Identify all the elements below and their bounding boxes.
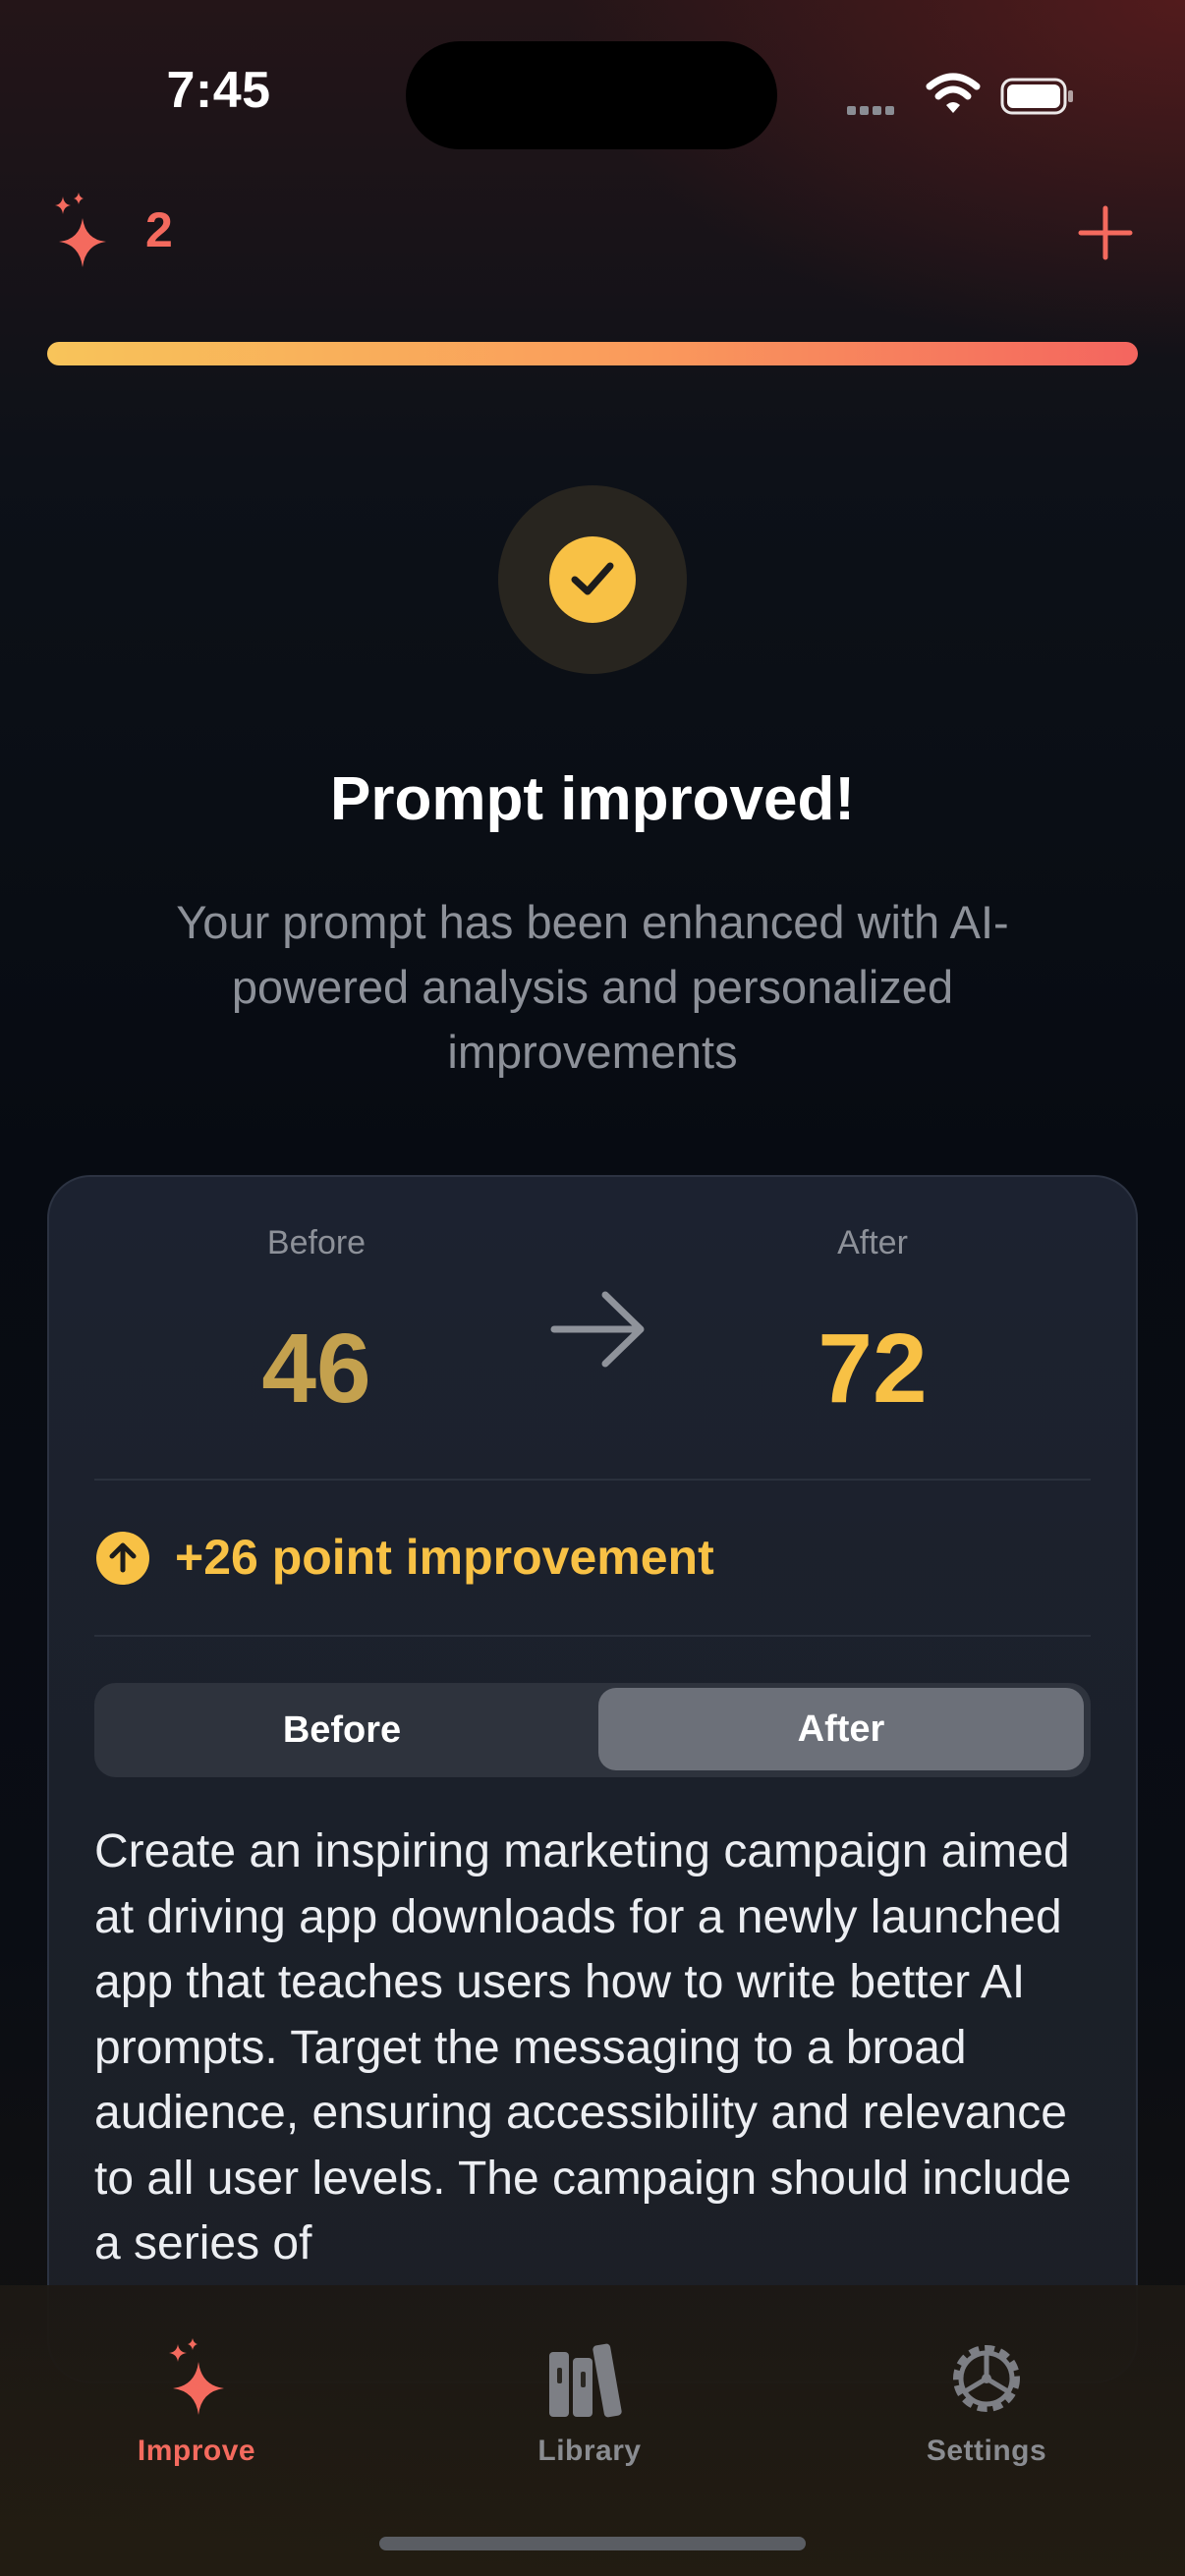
arrow-up-circle-icon (96, 1532, 149, 1585)
tab-settings-label: Settings (926, 2435, 1047, 2467)
divider (94, 1635, 1091, 1637)
books-icon (549, 2343, 622, 2418)
progress-bar (47, 342, 1138, 365)
dynamic-island (406, 41, 777, 149)
improvement-text: +26 point improvement (175, 1530, 714, 1585)
after-score: 72 (818, 1314, 928, 1424)
sparkle-icon (169, 2338, 224, 2415)
cellular-signal-icon (847, 102, 898, 120)
divider (94, 1479, 1091, 1481)
gear-icon (953, 2345, 1020, 2412)
tab-library[interactable]: Library (462, 2338, 717, 2468)
tab-library-label: Library (537, 2435, 642, 2467)
wifi-icon (926, 73, 981, 113)
sparkle-count: 2 (145, 202, 173, 257)
arrow-right-icon (550, 1291, 645, 1368)
sparkle-icon (55, 193, 106, 267)
toggle-before[interactable]: Before (94, 1687, 590, 1773)
improved-prompt-text: Create an inspiring marketing campaign a… (94, 1825, 1072, 2269)
home-indicator (379, 2537, 806, 2550)
tab-improve[interactable]: Improve (69, 2338, 324, 2468)
add-button[interactable] (1073, 200, 1138, 265)
checkmark-icon (549, 536, 636, 623)
before-score: 46 (261, 1314, 371, 1424)
after-label: After (837, 1224, 908, 1261)
tab-improve-label: Improve (137, 2435, 256, 2467)
tab-settings[interactable]: Settings (859, 2338, 1114, 2468)
before-label: Before (266, 1224, 367, 1261)
status-time: 7:45 (166, 62, 271, 119)
result-title: Prompt improved! (330, 765, 855, 833)
result-subtitle: Your prompt has been enhanced with AI-po… (176, 896, 1009, 1078)
toggle-after[interactable]: After (598, 1688, 1084, 1770)
battery-icon (1000, 78, 1073, 115)
